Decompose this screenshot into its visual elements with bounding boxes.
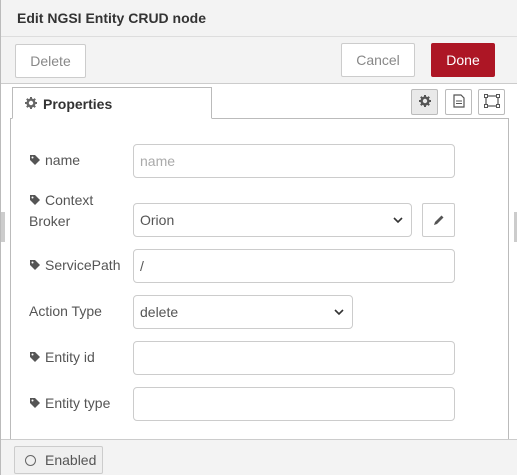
done-button[interactable]: Done [431,43,495,77]
tab-settings[interactable] [411,89,438,115]
tab-bar: Properties [10,87,509,119]
edit-tray: Edit NGSI Entity CRUD node Delete Cancel… [0,0,517,475]
left-resize-handle[interactable] [1,212,5,242]
entity-id-input[interactable] [133,341,455,375]
tag-icon [29,191,41,211]
tag-icon [29,394,41,414]
action-type-select[interactable]: delete [133,295,353,329]
tab-description[interactable] [445,89,472,115]
tray-toolbar: Delete Cancel Done [1,37,517,84]
tray-footer: Enabled [1,439,517,475]
name-input[interactable]: name [133,144,455,178]
context-broker-label: Context Broker [29,191,94,229]
tab-properties[interactable]: Properties [12,87,212,119]
pencil-icon [433,213,445,229]
description-icon [452,93,465,111]
tag-icon [29,348,41,368]
service-path-input[interactable]: / [133,249,455,283]
circle-icon [25,455,36,466]
appearance-icon [483,93,500,111]
edit-broker-button[interactable] [422,203,455,237]
delete-button[interactable]: Delete [15,44,86,78]
tray-header: Edit NGSI Entity CRUD node [1,0,517,37]
chevron-down-icon [393,204,403,236]
tab-appearance[interactable] [478,89,505,115]
gear-icon [418,94,431,110]
tag-icon [29,151,41,171]
entity-id-label: Entity id [29,347,95,368]
gear-icon [25,97,39,112]
enabled-toggle[interactable]: Enabled [14,446,103,474]
service-path-label: ServicePath [29,255,120,276]
chevron-down-icon [334,296,344,328]
name-label: name [29,150,80,171]
context-broker-select[interactable]: Orion [133,203,412,237]
action-type-label: Action Type [29,303,102,319]
tray-title: Edit NGSI Entity CRUD node [17,10,206,26]
entity-type-input[interactable] [133,387,455,421]
tag-icon [29,256,41,276]
tab-properties-label: Properties [43,96,113,112]
entity-type-label: Entity type [29,393,110,414]
cancel-button[interactable]: Cancel [341,43,415,77]
